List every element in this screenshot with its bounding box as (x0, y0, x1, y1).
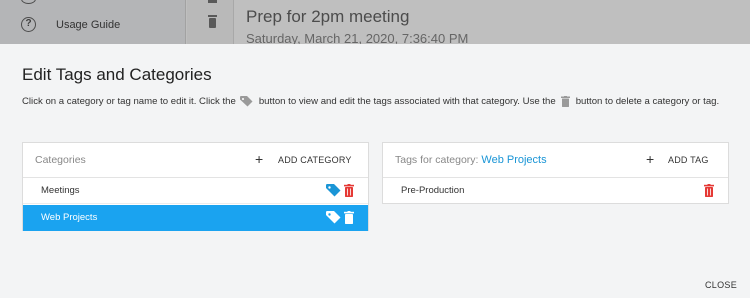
background-app: ? Usage Guide Prep for 2pm meeting Satur… (0, 0, 750, 44)
categories-panel-header: Categories + ADD CATEGORY (23, 143, 368, 178)
tag-icon (239, 96, 253, 107)
categories-panel: Categories + ADD CATEGORY Meetings Web P… (22, 142, 369, 231)
category-row-web-projects[interactable]: Web Projects (23, 205, 368, 231)
instructions-part-1: Click on a category or tag name to edit … (22, 96, 236, 107)
instructions-part-3: button to delete a category or tag. (575, 96, 720, 107)
tags-panel: Tags for category: Web Projects + ADD TA… (382, 142, 729, 204)
delete-icon[interactable] (344, 184, 354, 197)
tag-icon[interactable] (326, 184, 341, 197)
instructions-text: Click on a category or tag name to edit … (22, 96, 719, 107)
instructions-part-2: button to view and edit the tags associa… (258, 96, 556, 107)
category-name[interactable]: Web Projects (41, 212, 97, 223)
tag-row-pre-production[interactable]: Pre-Production (383, 178, 728, 204)
tag-name[interactable]: Pre-Production (401, 185, 464, 196)
delete-icon[interactable] (704, 184, 714, 197)
add-category-button[interactable]: ADD CATEGORY (278, 155, 352, 165)
edit-tags-modal: Edit Tags and Categories Click on a cate… (0, 44, 750, 298)
tags-heading-prefix: Tags for category: (395, 154, 479, 166)
category-row-meetings[interactable]: Meetings (23, 178, 368, 204)
modal-backdrop (0, 0, 750, 44)
tags-panel-header: Tags for category: Web Projects + ADD TA… (383, 143, 728, 178)
add-tag-button[interactable]: ADD TAG (668, 155, 709, 165)
delete-icon[interactable] (344, 211, 354, 224)
selected-category-name: Web Projects (481, 154, 547, 166)
close-button[interactable]: CLOSE (705, 280, 737, 290)
plus-icon[interactable]: + (255, 151, 263, 167)
modal-title: Edit Tags and Categories (22, 65, 212, 84)
tags-heading: Tags for category: Web Projects (395, 154, 547, 166)
trash-icon (560, 96, 570, 107)
categories-heading: Categories (35, 154, 86, 166)
category-name[interactable]: Meetings (41, 185, 80, 196)
plus-icon[interactable]: + (646, 151, 654, 167)
tag-icon[interactable] (326, 211, 341, 224)
